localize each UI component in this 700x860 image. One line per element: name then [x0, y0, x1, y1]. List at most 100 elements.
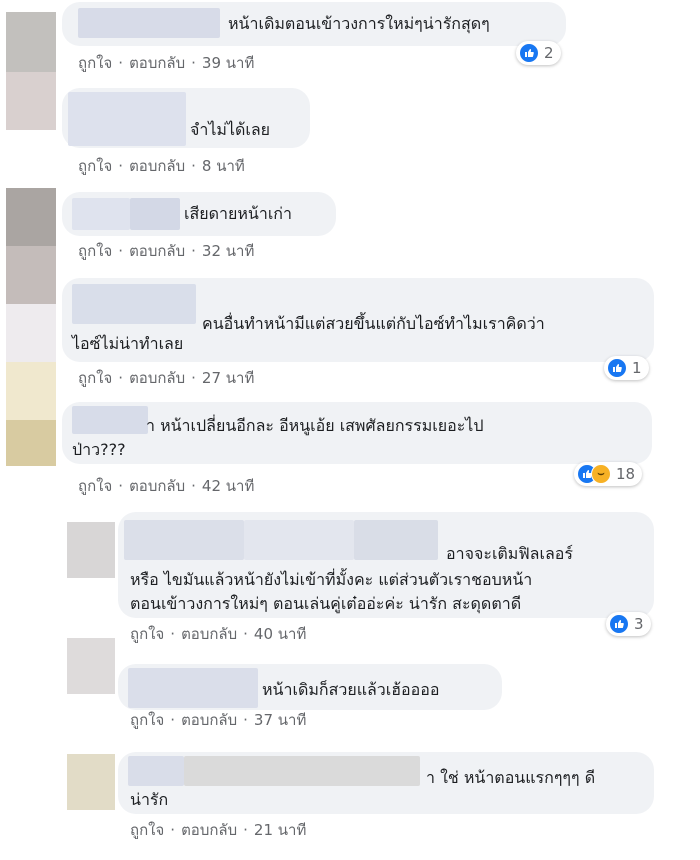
comment-bubble: เสียดายหน้าเก่า	[62, 192, 336, 236]
timestamp[interactable]: 27 นาที	[202, 368, 254, 388]
reply-text: อาจจะเติมฟิลเลอร์	[446, 544, 573, 563]
redacted-name	[78, 8, 220, 38]
reaction-badge[interactable]: ⌣ 18	[574, 462, 643, 486]
redacted-name	[128, 668, 258, 708]
redacted-name	[72, 406, 148, 434]
comment-bubble: า หน้าเปลี่ยนอีกละ อีหนูเอ้ย เสพศัลยกรรม…	[62, 402, 652, 464]
reaction-count: 3	[634, 615, 644, 633]
like-link[interactable]: ถูกใจ	[78, 241, 112, 261]
separator: ·	[191, 54, 196, 72]
haha-icon: ⌣	[591, 464, 611, 484]
reply-text: า ใช่ หน้าตอนแรกๆๆๆ ดี	[426, 768, 596, 787]
separator: ·	[170, 821, 176, 839]
reply-actions: ถูกใจ · ตอบกลับ · 21 นาที	[130, 820, 306, 840]
avatar[interactable]	[67, 638, 115, 694]
reply-text: น่ารัก	[130, 790, 169, 809]
timestamp[interactable]: 21 นาที	[254, 820, 306, 840]
reaction-badge[interactable]: 1	[604, 356, 649, 380]
reaction-count: 18	[616, 465, 636, 483]
reply-text: หรือ ไขมันแล้วหน้ายังไม่เข้าที่มั้งคะ แต…	[130, 570, 533, 589]
avatar[interactable]	[67, 522, 115, 578]
reply-text: ตอนเข้าวงการใหม่ๆ ตอนเล่นคู่เต๋ออ่ะค่ะ น…	[130, 594, 522, 613]
reply-link[interactable]: ตอบกลับ	[129, 368, 185, 388]
separator: ·	[118, 477, 124, 495]
avatar[interactable]	[6, 362, 56, 420]
comment-actions: ถูกใจ · ตอบกลับ · 39 นาที	[78, 53, 254, 73]
comment-text: เสียดายหน้าเก่า	[184, 204, 292, 223]
separator: ·	[170, 625, 176, 643]
comment-actions: ถูกใจ · ตอบกลับ · 8 นาที	[78, 156, 245, 176]
reply-link[interactable]: ตอบกลับ	[181, 624, 237, 644]
separator: ·	[191, 369, 196, 387]
comment-text: า หน้าเปลี่ยนอีกละ อีหนูเอ้ย เสพศัลยกรรม…	[146, 416, 484, 435]
separator: ·	[118, 157, 124, 175]
separator: ·	[243, 711, 248, 729]
reply-text: หน้าเดิมก็สวยแล้วเฮ้ออออ	[262, 680, 440, 699]
reply-bubble: า ใช่ หน้าตอนแรกๆๆๆ ดี น่ารัก	[118, 752, 654, 814]
redacted-name	[124, 520, 244, 560]
like-link[interactable]: ถูกใจ	[78, 476, 112, 496]
timestamp[interactable]: 8 นาที	[202, 156, 245, 176]
redacted-name	[128, 756, 184, 786]
comment-text: จำไม่ได้เลย	[190, 120, 271, 139]
separator: ·	[191, 157, 196, 175]
comment-actions: ถูกใจ · ตอบกลับ · 32 นาที	[78, 241, 254, 261]
reply-link[interactable]: ตอบกลับ	[129, 53, 185, 73]
comment-bubble: คนอื่นทำหน้ามีแต่สวยขึ้นแต่กับไอซ์ทำไมเร…	[62, 278, 654, 362]
like-link[interactable]: ถูกใจ	[78, 53, 112, 73]
separator: ·	[118, 369, 124, 387]
like-link[interactable]: ถูกใจ	[130, 820, 164, 840]
reply-bubble: หน้าเดิมก็สวยแล้วเฮ้ออออ	[118, 664, 502, 710]
reply-bubble: อาจจะเติมฟิลเลอร์ หรือ ไขมันแล้วหน้ายังไ…	[118, 512, 654, 618]
separator: ·	[243, 821, 248, 839]
like-link[interactable]: ถูกใจ	[78, 368, 112, 388]
separator: ·	[191, 242, 196, 260]
avatar[interactable]	[6, 188, 56, 246]
separator: ·	[243, 625, 248, 643]
timestamp[interactable]: 37 นาที	[254, 710, 306, 730]
like-link[interactable]: ถูกใจ	[130, 710, 164, 730]
timestamp[interactable]: 42 นาที	[202, 476, 254, 496]
comment-bubble: หน้าเดิมตอนเข้าวงการใหม่ๆน่ารักสุดๆ	[62, 2, 566, 46]
redacted-name	[72, 284, 196, 324]
comment-text: คนอื่นทำหน้ามีแต่สวยขึ้นแต่กับไอซ์ทำไมเร…	[202, 314, 545, 333]
redacted-name	[354, 520, 438, 560]
like-link[interactable]: ถูกใจ	[130, 624, 164, 644]
comment-actions: ถูกใจ · ตอบกลับ · 42 นาที	[78, 476, 254, 496]
separator: ·	[191, 477, 196, 495]
reaction-count: 1	[632, 359, 642, 377]
reply-link[interactable]: ตอบกลับ	[129, 476, 185, 496]
avatar[interactable]	[6, 420, 56, 466]
avatar[interactable]	[67, 754, 115, 810]
redacted-name	[72, 198, 130, 230]
timestamp[interactable]: 32 นาที	[202, 241, 254, 261]
like-icon	[607, 358, 627, 378]
redacted-name	[244, 520, 354, 560]
redacted-name	[130, 198, 180, 230]
reply-actions: ถูกใจ · ตอบกลับ · 40 นาที	[130, 624, 306, 644]
reply-link[interactable]: ตอบกลับ	[129, 241, 185, 261]
reply-link[interactable]: ตอบกลับ	[129, 156, 185, 176]
like-icon	[609, 614, 629, 634]
timestamp[interactable]: 40 นาที	[254, 624, 306, 644]
separator: ·	[118, 54, 124, 72]
separator: ·	[118, 242, 124, 260]
like-icon	[519, 43, 539, 63]
comment-text: ไอซ์ไม่น่าทำเลย	[72, 334, 184, 353]
separator: ·	[170, 711, 176, 729]
reaction-badge[interactable]: 3	[606, 612, 651, 636]
timestamp[interactable]: 39 นาที	[202, 53, 254, 73]
comment-text: หน้าเดิมตอนเข้าวงการใหม่ๆน่ารักสุดๆ	[228, 14, 490, 33]
reply-link[interactable]: ตอบกลับ	[181, 820, 237, 840]
reply-link[interactable]: ตอบกลับ	[181, 710, 237, 730]
like-link[interactable]: ถูกใจ	[78, 156, 112, 176]
avatar[interactable]	[6, 304, 56, 362]
avatar[interactable]	[6, 72, 56, 130]
avatar[interactable]	[6, 12, 56, 72]
reply-actions: ถูกใจ · ตอบกลับ · 37 นาที	[130, 710, 306, 730]
reaction-badge[interactable]: 2	[516, 41, 561, 65]
redacted-name	[68, 92, 186, 146]
redacted-name	[184, 756, 420, 786]
avatar[interactable]	[6, 246, 56, 304]
comment-actions: ถูกใจ · ตอบกลับ · 27 นาที	[78, 368, 254, 388]
